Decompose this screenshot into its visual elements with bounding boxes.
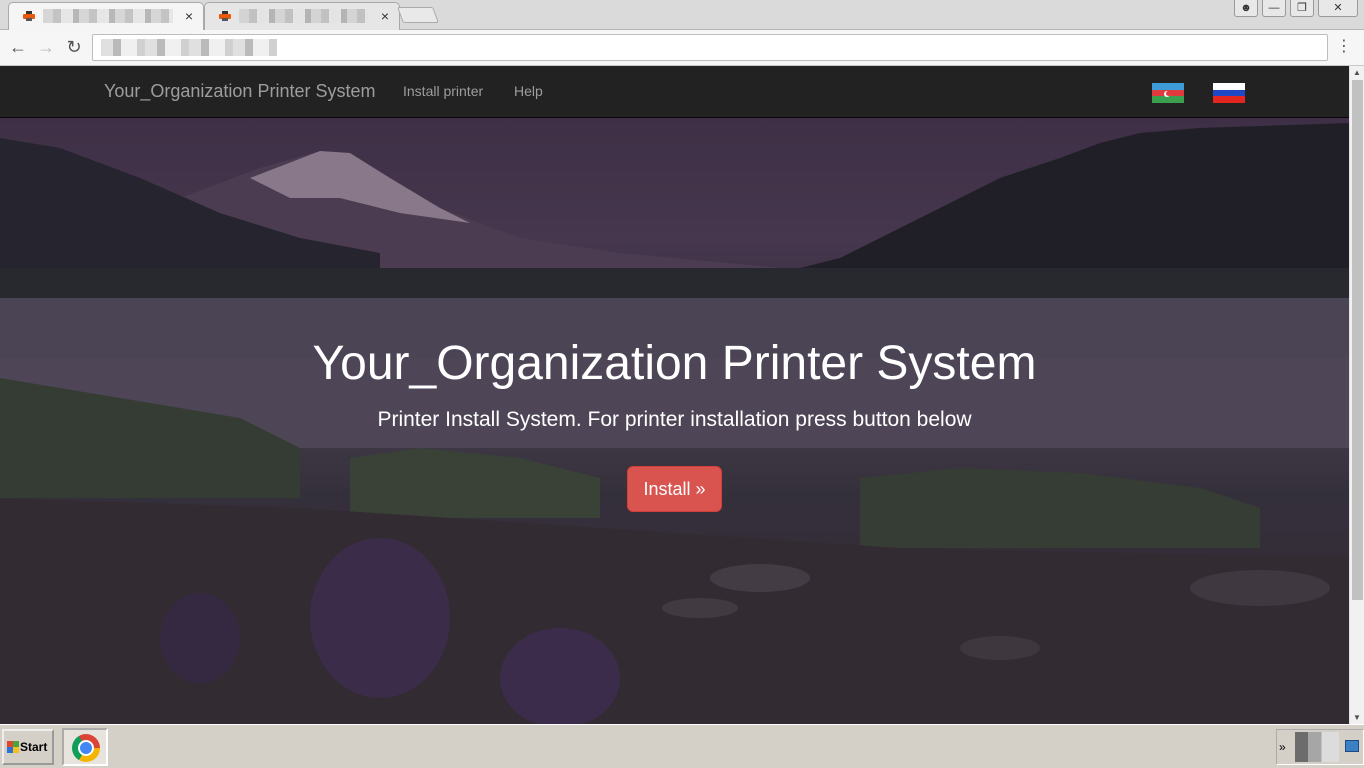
new-tab-button[interactable]: [397, 7, 439, 23]
back-arrow-icon[interactable]: ←: [8, 37, 28, 57]
printer-favicon-icon: [23, 11, 35, 21]
windows-taskbar: Start »: [0, 724, 1364, 768]
nav-install-printer-link[interactable]: Install printer: [403, 83, 483, 99]
tab-title-redacted: [43, 9, 173, 23]
chrome-taskbar-button[interactable]: [62, 728, 108, 766]
browser-toolbar: ← → ↻ ⋮: [0, 30, 1364, 66]
system-tray: »: [1276, 729, 1364, 765]
tray-expand-icon[interactable]: »: [1279, 740, 1286, 754]
scrollbar-thumb[interactable]: [1352, 80, 1363, 600]
site-navbar: Your_Organization Printer System Install…: [0, 66, 1349, 118]
close-window-icon[interactable]: ✕: [1318, 0, 1358, 17]
install-button[interactable]: Install »: [627, 466, 722, 512]
address-bar[interactable]: [92, 34, 1328, 61]
tab-close-icon[interactable]: ×: [381, 8, 389, 24]
tab-title-redacted: [239, 9, 369, 23]
start-label: Start: [20, 740, 48, 754]
profile-icon[interactable]: ☻: [1234, 0, 1258, 17]
url-redacted: [101, 39, 277, 56]
window-controls: ☻ — ❐ ✕: [1234, 0, 1358, 18]
page-scrollbar[interactable]: ▲ ▼: [1349, 66, 1364, 724]
browser-tab-inactive[interactable]: ×: [204, 2, 400, 30]
site-brand-link[interactable]: Your_Organization Printer System: [104, 81, 375, 102]
tab-close-icon[interactable]: ×: [185, 8, 193, 24]
page-viewport: Your_Organization Printer System Install…: [0, 66, 1349, 724]
nav-help-link[interactable]: Help: [514, 83, 543, 99]
chrome-icon: [72, 734, 100, 762]
tray-redacted-area: [1295, 732, 1339, 762]
scroll-down-arrow-icon[interactable]: ▼: [1353, 713, 1361, 722]
minimize-icon[interactable]: —: [1262, 0, 1286, 17]
browser-tab-active[interactable]: ×: [8, 2, 204, 30]
scroll-up-arrow-icon[interactable]: ▲: [1353, 68, 1361, 77]
windows-logo-icon: [7, 741, 19, 753]
hero-subtitle: Printer Install System. For printer inst…: [377, 408, 972, 431]
hero-section: Your_Organization Printer System Printer…: [0, 118, 1349, 724]
browser-tab-strip: × × ☻ — ❐ ✕: [0, 0, 1364, 30]
hero-title: Your_Organization Printer System: [312, 337, 1037, 390]
printer-favicon-icon: [219, 11, 231, 21]
browser-menu-icon[interactable]: ⋮: [1336, 38, 1352, 56]
network-icon[interactable]: [1345, 740, 1359, 752]
forward-arrow-icon[interactable]: →: [36, 37, 56, 57]
reload-icon[interactable]: ↻: [64, 37, 84, 57]
start-button[interactable]: Start: [2, 729, 54, 765]
russia-flag-icon[interactable]: [1213, 83, 1245, 103]
restore-icon[interactable]: ❐: [1290, 0, 1314, 17]
azerbaijan-flag-icon[interactable]: [1152, 83, 1184, 103]
